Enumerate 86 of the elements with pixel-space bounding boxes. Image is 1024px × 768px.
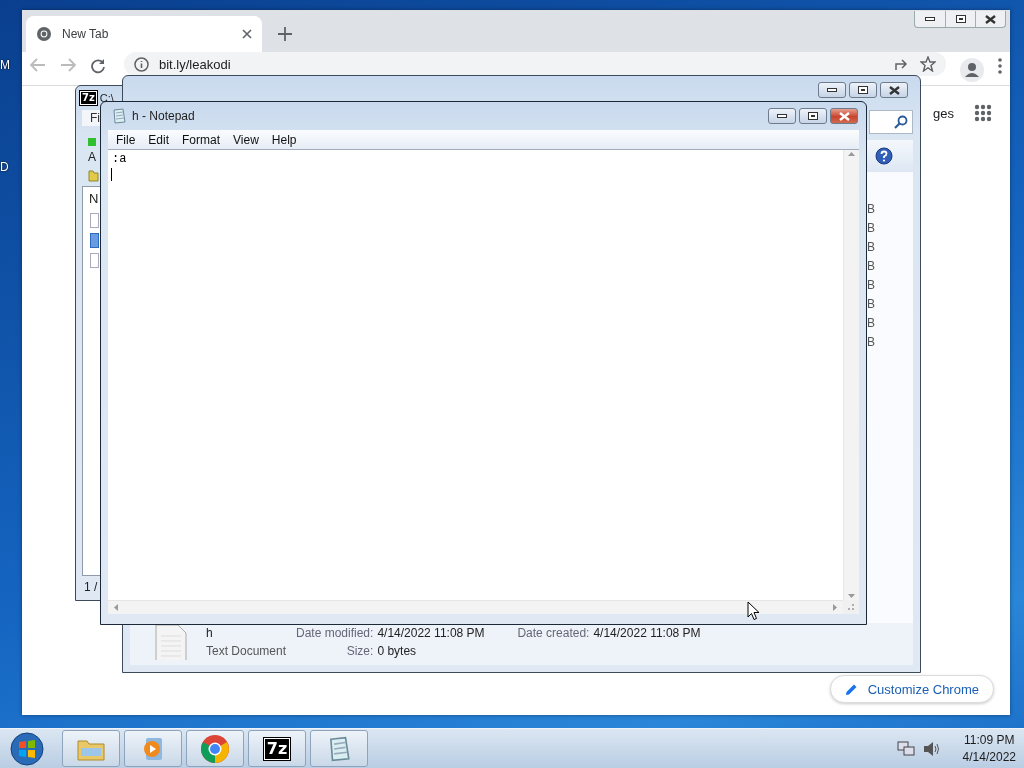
status-text: 1 / [83, 580, 99, 594]
taskbar-button[interactable] [310, 730, 368, 767]
taskbar-button[interactable] [186, 730, 244, 767]
toolbar-label: A [88, 150, 96, 164]
minimize-button[interactable] [818, 82, 846, 98]
document-text: :a [111, 151, 128, 168]
file-name: h [206, 626, 214, 640]
close-icon[interactable] [242, 29, 252, 39]
clock-time[interactable]: 11:09 PM [964, 731, 1015, 749]
chrome-icon [36, 26, 52, 42]
taskbar-button[interactable]: 7z [248, 730, 306, 767]
window-title: h - Notepad [132, 109, 196, 123]
reload-icon[interactable] [90, 58, 106, 74]
vertical-scrollbar[interactable] [843, 150, 859, 600]
size-cell: B [867, 316, 875, 330]
scroll-right-icon[interactable] [833, 604, 837, 611]
customize-chrome-button[interactable]: Customize Chrome [829, 675, 994, 703]
url-text: bit.ly/leakodi [159, 56, 232, 72]
detail-label: Date modified: [296, 626, 374, 640]
windows-logo-icon [10, 731, 44, 766]
menu-item[interactable]: Edit [148, 132, 170, 147]
new-tab-icon[interactable] [278, 27, 292, 41]
detail-label: Size: [345, 644, 374, 658]
minimize-icon [925, 17, 935, 21]
search-icon [894, 115, 908, 129]
desktop-icon-label[interactable]: D [0, 160, 10, 174]
desktop-icon-label[interactable]: M [0, 58, 10, 72]
text-caret [111, 168, 112, 181]
horizontal-scrollbar[interactable] [108, 600, 843, 614]
minimize-icon [777, 114, 787, 118]
minimize-button[interactable] [768, 108, 796, 124]
scroll-left-icon[interactable] [114, 604, 118, 611]
scroll-down-icon[interactable] [848, 594, 855, 598]
minimize-icon [827, 88, 837, 92]
apps-grid-icon[interactable] [974, 104, 992, 122]
tab-title: New Tab [62, 27, 110, 41]
close-icon [838, 111, 850, 121]
pencil-icon [844, 682, 858, 696]
menu-icon[interactable] [998, 58, 1002, 74]
help-icon[interactable] [875, 147, 893, 165]
search-field[interactable] [869, 110, 913, 134]
avatar-icon[interactable] [960, 58, 984, 82]
close-button[interactable] [830, 108, 858, 124]
network-icon[interactable] [896, 740, 915, 757]
file-type: Text Document [206, 644, 288, 658]
notepad-icon [111, 108, 127, 124]
maximize-button[interactable] [849, 82, 877, 98]
size-cell: B [867, 221, 875, 235]
maximize-icon [858, 86, 868, 94]
maximize-icon [808, 112, 818, 120]
detail-label: Date created: [517, 626, 590, 640]
images-link[interactable]: ges [933, 105, 954, 121]
detail-value: 4/14/2022 11:08 PM [377, 626, 486, 640]
size-cell: B [867, 297, 875, 311]
close-button[interactable] [880, 82, 908, 98]
sevenzip-icon: 7z [80, 91, 97, 105]
sevenzip-icon: 7z [263, 737, 291, 760]
star-icon[interactable] [920, 56, 936, 72]
size-cell: B [867, 202, 875, 216]
menu-item[interactable]: Fi [90, 111, 100, 125]
size-cell: B [867, 335, 875, 349]
info-icon [134, 56, 149, 72]
menu-item[interactable]: File [116, 132, 136, 147]
close-icon [888, 85, 900, 95]
size-cell: B [867, 278, 875, 292]
clock-date[interactable]: 4/14/2022 [962, 748, 1016, 766]
column-header[interactable]: N [83, 187, 99, 210]
detail-value: 4/14/2022 11:08 PM [593, 626, 701, 640]
text-area[interactable]: :a [108, 150, 859, 614]
detail-value: 0 bytes [377, 644, 418, 658]
scroll-up-icon[interactable] [848, 152, 855, 156]
share-icon[interactable] [894, 57, 910, 71]
size-cell: B [867, 259, 875, 273]
menu-item[interactable]: Format [182, 132, 221, 147]
size-cell: B [867, 240, 875, 254]
menu-item[interactable]: Help [271, 132, 297, 147]
address-bar[interactable]: bit.ly/leakodi [124, 52, 946, 76]
volume-icon[interactable] [922, 740, 941, 757]
maximize-button[interactable] [799, 108, 827, 124]
chrome-icon [200, 733, 230, 764]
mouse-pointer-icon [747, 601, 760, 621]
close-icon [985, 14, 996, 24]
browser-tab[interactable]: New Tab [26, 16, 262, 52]
grip-icon [847, 603, 855, 611]
menu-item[interactable]: View [233, 132, 259, 147]
maximize-icon [955, 15, 966, 23]
